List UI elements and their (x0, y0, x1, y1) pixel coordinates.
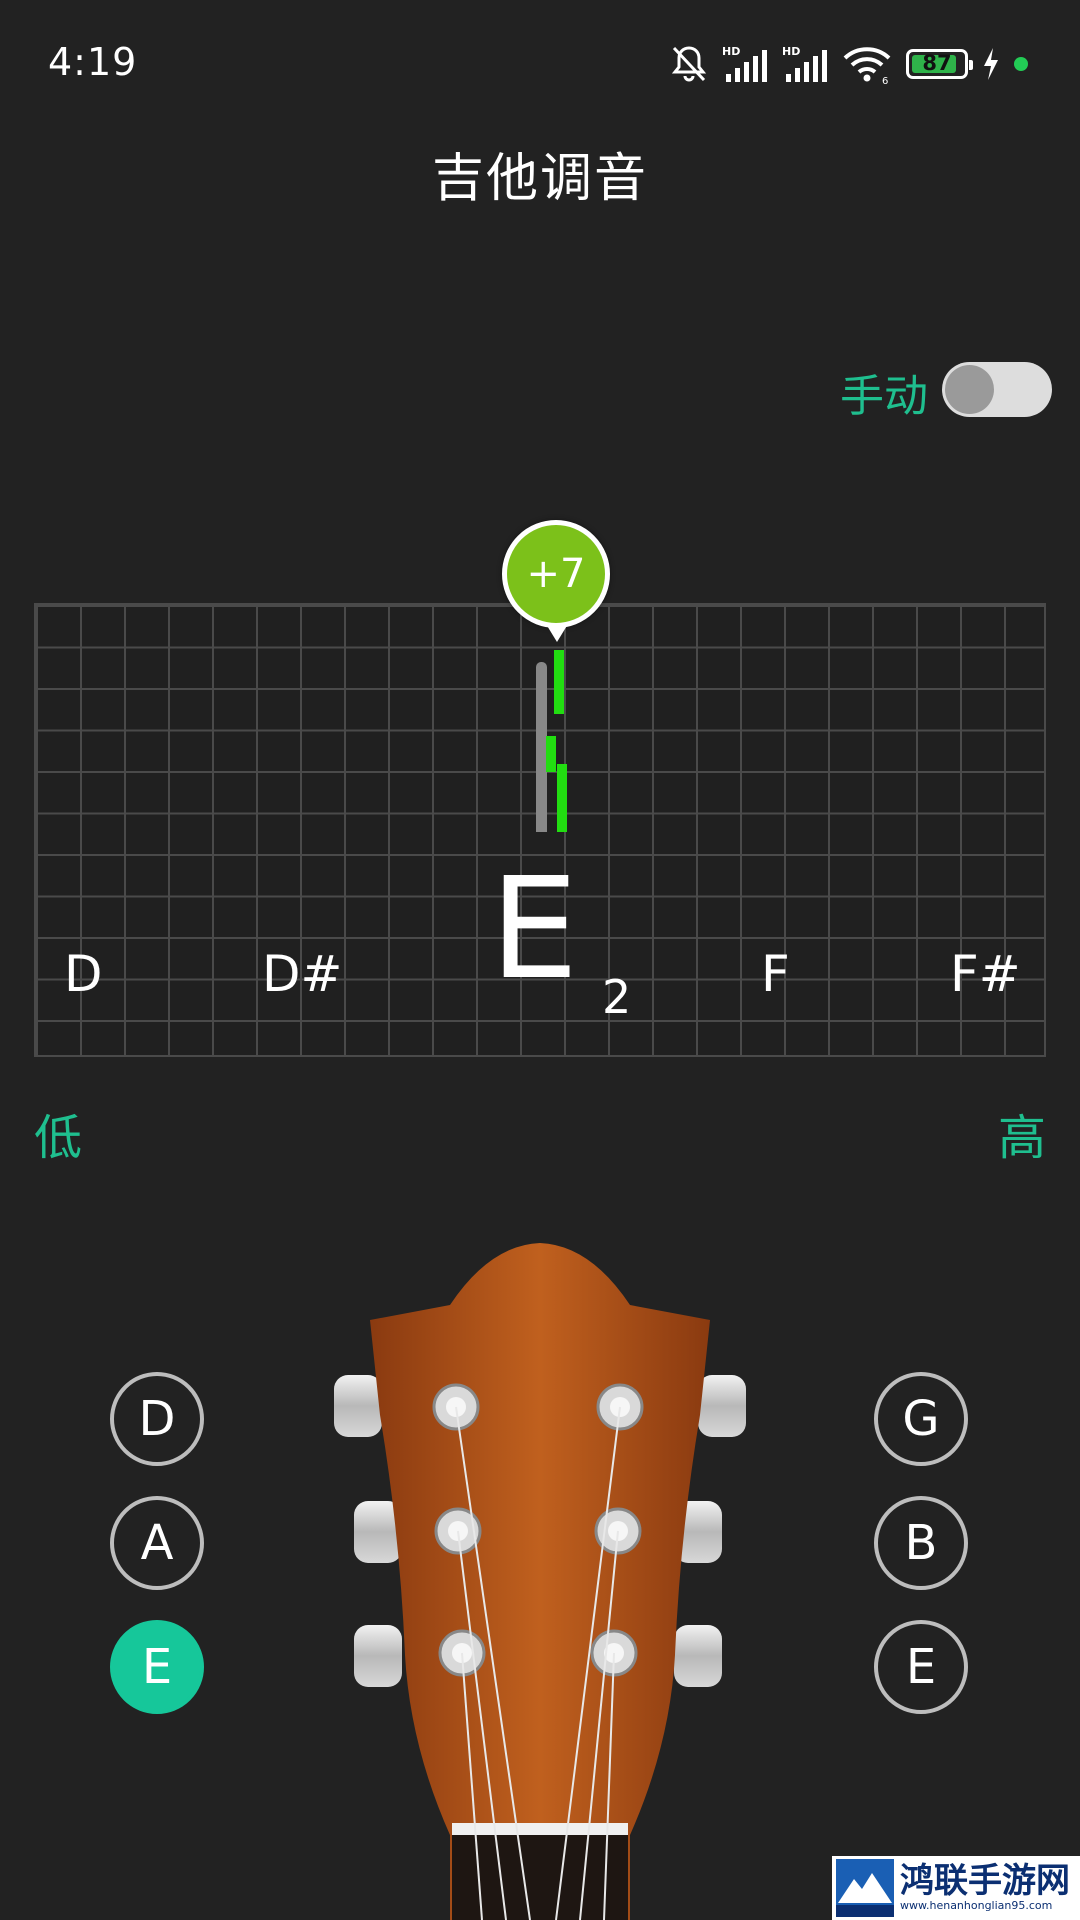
status-time: 4:19 (48, 40, 138, 84)
manual-mode-label: 手动 (840, 371, 928, 422)
pitch-bar (557, 764, 567, 832)
watermark-url: www.henanhonglian95.com (900, 1899, 1053, 1912)
charging-bolt-icon (984, 48, 998, 80)
watermark-text: 鸿联手游网 (900, 1861, 1070, 1901)
wifi-icon: 6 (843, 47, 891, 84)
pitch-bar (554, 650, 564, 714)
current-octave: 2 (602, 970, 632, 1024)
guitar-headstock-image (334, 1243, 746, 1920)
note-label: F# (950, 945, 1021, 1003)
string-button-d[interactable]: D (110, 1372, 204, 1466)
green-dot-icon (1014, 57, 1028, 71)
hd-signal-icon: HD (782, 45, 827, 82)
high-label: 高 (997, 1110, 1046, 1166)
hd-signal-icon: HD (722, 45, 767, 82)
note-label: D (64, 945, 103, 1003)
string-button-low-e[interactable]: E (110, 1620, 204, 1714)
string-button-b[interactable]: B (874, 1496, 968, 1590)
manual-mode-toggle[interactable] (942, 362, 1052, 417)
svg-text:HD: HD (782, 45, 800, 58)
string-button-g[interactable]: G (874, 1372, 968, 1466)
svg-text:HD: HD (722, 45, 740, 58)
svg-text:6: 6 (882, 76, 888, 84)
low-label: 低 (34, 1110, 83, 1166)
battery-icon: 87 (906, 49, 973, 79)
cents-indicator-tip (546, 624, 568, 642)
page-title: 吉他调音 (431, 149, 648, 209)
cents-indicator: +7 (502, 520, 610, 628)
bell-muted-icon (671, 46, 707, 82)
status-icons: HD HD 6 87 (670, 44, 1028, 84)
pitch-bar (546, 736, 556, 772)
battery-percent: 87 (922, 51, 952, 75)
note-label: F (761, 945, 790, 1003)
string-button-a[interactable]: A (110, 1496, 204, 1590)
note-label: D# (262, 945, 343, 1003)
site-watermark: 鸿联手游网 www.henanhonglian95.com (832, 1856, 1080, 1920)
toggle-knob (945, 365, 994, 414)
watermark-logo-icon (836, 1859, 894, 1917)
current-note: E (490, 848, 579, 1011)
string-button-high-e[interactable]: E (874, 1620, 968, 1714)
